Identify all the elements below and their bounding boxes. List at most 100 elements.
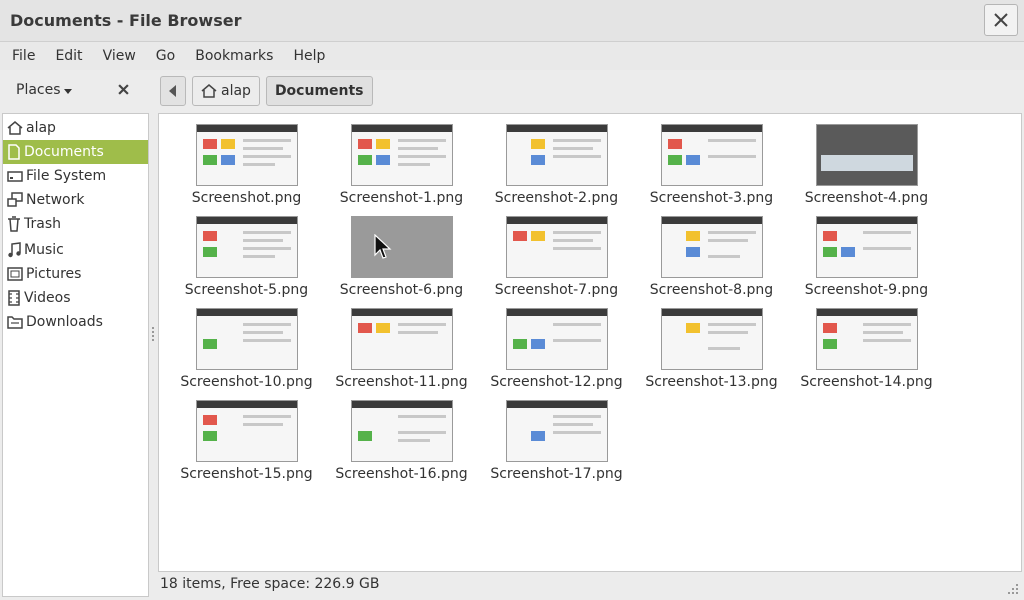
file-item[interactable]: Screenshot-3.png: [634, 124, 789, 216]
breadcrumb-label: Documents: [274, 83, 364, 99]
file-item[interactable]: Screenshot-7.png: [479, 216, 634, 308]
file-view: Screenshot.png Screenshot-1.png Screensh…: [158, 113, 1022, 572]
file-item[interactable]: Screenshot-1.png: [324, 124, 479, 216]
file-thumbnail: [815, 308, 918, 370]
file-thumbnail: [195, 216, 298, 278]
breadcrumb-documents[interactable]: Documents: [265, 76, 373, 106]
breadcrumb-home[interactable]: alap: [192, 76, 260, 106]
sidebar-item-network[interactable]: Network: [3, 188, 148, 212]
sidebar-item-label: Trash: [24, 216, 61, 232]
file-item[interactable]: Screenshot-8.png: [634, 216, 789, 308]
file-name: Screenshot-3.png: [649, 190, 774, 206]
file-name: Screenshot-5.png: [184, 282, 309, 298]
close-icon: [994, 13, 1008, 27]
file-name: Screenshot-15.png: [180, 466, 313, 482]
file-name: Screenshot-16.png: [335, 466, 468, 482]
sidebar-item-alap[interactable]: alap: [3, 116, 148, 140]
file-item[interactable]: Screenshot-2.png: [479, 124, 634, 216]
sidebar-item-downloads[interactable]: Downloads: [3, 310, 148, 334]
download-icon: [7, 316, 23, 329]
file-item[interactable]: Screenshot-15.png: [169, 400, 324, 492]
menu-help[interactable]: Help: [283, 42, 335, 70]
title-bar: Documents - File Browser: [0, 0, 1024, 42]
file-name: Screenshot-9.png: [804, 282, 929, 298]
resize-grip-icon[interactable]: [1006, 582, 1020, 596]
menu-view[interactable]: View: [93, 42, 146, 70]
menu-file[interactable]: File: [2, 42, 45, 70]
sidebar-item-label: Downloads: [26, 314, 103, 330]
file-thumbnail: [195, 124, 298, 186]
caret-down-icon: [63, 88, 72, 94]
menu-bar: File Edit View Go Bookmarks Help: [0, 42, 1024, 70]
pane-splitter[interactable]: [151, 325, 155, 345]
sidebar-item-music[interactable]: Music: [3, 238, 148, 262]
file-item[interactable]: Screenshot-5.png: [169, 216, 324, 308]
sidebar-item-trash[interactable]: Trash: [3, 212, 148, 236]
file-name: Screenshot-2.png: [494, 190, 619, 206]
file-name: Screenshot-17.png: [490, 466, 623, 482]
back-button[interactable]: [160, 76, 186, 106]
mouse-cursor-icon: [374, 234, 392, 259]
menu-bookmarks[interactable]: Bookmarks: [185, 42, 283, 70]
file-name: Screenshot-11.png: [335, 374, 468, 390]
file-item[interactable]: Screenshot-10.png: [169, 308, 324, 400]
home-icon: [201, 84, 217, 98]
file-item[interactable]: Screenshot-4.png: [789, 124, 944, 216]
file-thumbnail: [350, 308, 453, 370]
file-thumbnail: [815, 216, 918, 278]
file-item[interactable]: Screenshot-12.png: [479, 308, 634, 400]
menu-go[interactable]: Go: [146, 42, 185, 70]
file-item[interactable]: Screenshot-6.png: [324, 216, 479, 308]
sidebar-item-pictures[interactable]: Pictures: [3, 262, 148, 286]
file-item[interactable]: Screenshot-9.png: [789, 216, 944, 308]
file-name: Screenshot-10.png: [180, 374, 313, 390]
file-thumbnail: [660, 216, 763, 278]
close-sidebar-button[interactable]: [118, 83, 129, 99]
file-thumbnail: [505, 308, 608, 370]
file-name: Screenshot-4.png: [804, 190, 929, 206]
sidebar-item-label: Videos: [24, 290, 71, 306]
file-thumbnail: [660, 124, 763, 186]
file-grid: Screenshot.png Screenshot-1.png Screensh…: [169, 124, 944, 492]
music-icon: [8, 242, 21, 258]
file-name: Screenshot-1.png: [339, 190, 464, 206]
sidebar-item-label: Documents: [24, 144, 104, 160]
file-item[interactable]: Screenshot-13.png: [634, 308, 789, 400]
file-thumbnail: [195, 308, 298, 370]
file-thumbnail: [195, 400, 298, 462]
sidebar-item-label: Music: [24, 242, 64, 258]
file-name: Screenshot-6.png: [339, 282, 464, 298]
file-item[interactable]: Screenshot-11.png: [324, 308, 479, 400]
sidebar-item-label: File System: [26, 168, 107, 184]
path-bar: alap Documents: [160, 76, 373, 106]
file-thumbnail: [505, 400, 608, 462]
file-item[interactable]: Screenshot-17.png: [479, 400, 634, 492]
file-name: Screenshot-7.png: [494, 282, 619, 298]
drive-icon: [7, 171, 23, 182]
sidebar-item-documents[interactable]: Documents: [3, 140, 148, 164]
window-title: Documents - File Browser: [10, 11, 242, 30]
file-item[interactable]: Screenshot-14.png: [789, 308, 944, 400]
file-thumbnail: [660, 308, 763, 370]
file-thumbnail: [815, 124, 918, 186]
file-name: Screenshot-14.png: [800, 374, 933, 390]
menu-edit[interactable]: Edit: [45, 42, 92, 70]
sidebar-item-file-system[interactable]: File System: [3, 164, 148, 188]
places-header: Places: [0, 72, 150, 110]
file-thumbnail: [505, 216, 608, 278]
video-icon: [8, 290, 20, 306]
file-name: Screenshot-8.png: [649, 282, 774, 298]
places-label: Places: [16, 82, 61, 98]
file-item[interactable]: Screenshot.png: [169, 124, 324, 216]
breadcrumb-label: alap: [221, 83, 251, 99]
places-dropdown[interactable]: Places: [16, 82, 72, 98]
sidebar-item-label: alap: [26, 120, 56, 136]
file-thumbnail: [505, 124, 608, 186]
document-icon: [8, 144, 20, 160]
sidebar-item-label: Pictures: [26, 266, 82, 282]
sidebar: alap Documents File System Network Trash…: [2, 113, 149, 597]
file-item[interactable]: Screenshot-16.png: [324, 400, 479, 492]
arrow-left-icon: [169, 85, 176, 97]
close-window-button[interactable]: [984, 4, 1018, 36]
sidebar-item-videos[interactable]: Videos: [3, 286, 148, 310]
